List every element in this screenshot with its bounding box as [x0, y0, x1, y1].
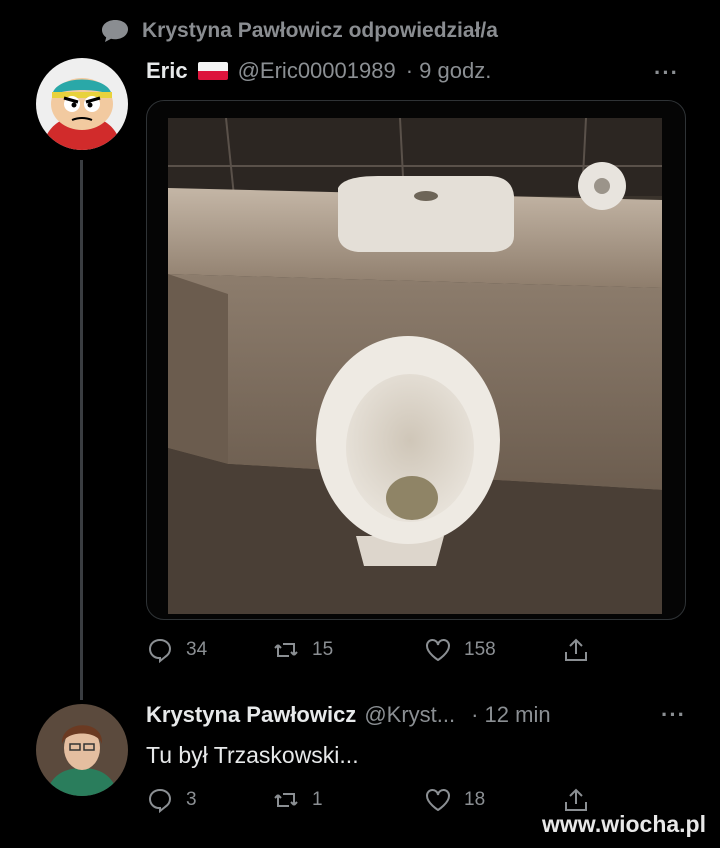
reply-icon	[148, 788, 172, 814]
reply-more-options-button[interactable]: ···	[661, 702, 686, 728]
retweet-icon	[274, 793, 298, 807]
avatar-krystyna[interactable]	[36, 704, 128, 796]
retweet-icon	[274, 643, 298, 657]
thread-line	[80, 160, 83, 700]
reply-time[interactable]: · 12 min	[471, 702, 550, 728]
author-handle[interactable]: @Eric00001989	[238, 58, 396, 84]
reply-context-text: Krystyna Pawłowicz odpowiedział/a	[142, 19, 498, 42]
reply-author-handle[interactable]: @Kryst...	[364, 702, 455, 728]
heart-icon	[426, 789, 450, 812]
tweet-header: Eric @Eric00001989 · 9 godz.	[146, 58, 491, 84]
reply-share-button[interactable]	[562, 786, 590, 814]
reply-count: 34	[186, 639, 208, 660]
tweet-photo[interactable]	[168, 117, 662, 614]
like-button[interactable]: 158	[424, 636, 562, 664]
flag-poland-icon	[197, 62, 228, 80]
share-icon	[565, 638, 587, 661]
reply-retweet-count: 1	[312, 789, 323, 810]
retweet-count: 15	[312, 639, 334, 660]
speech-bubble-icon	[102, 20, 128, 42]
reply-like-count: 18	[464, 789, 486, 810]
like-count: 158	[464, 639, 496, 660]
reply-actions: 3 1 18	[146, 786, 590, 814]
retweet-button[interactable]: 15	[272, 636, 424, 664]
share-icon	[565, 788, 587, 811]
reply-author-name[interactable]: Krystyna Pawłowicz	[146, 702, 356, 728]
watermark: www.wiocha.pl	[542, 811, 706, 837]
reply-button[interactable]: 34	[146, 636, 272, 664]
more-options-button[interactable]: ···	[654, 60, 679, 86]
author-name[interactable]: Eric	[146, 58, 188, 84]
reply-like-button[interactable]: 18	[424, 786, 562, 814]
reply-header: Krystyna Pawłowicz @Kryst... · 12 min ··…	[146, 702, 686, 728]
reply-reply-button[interactable]: 3	[146, 786, 272, 814]
reply-icon	[148, 638, 172, 664]
avatar-eric[interactable]	[36, 58, 128, 150]
reply-context: Krystyna Pawłowicz odpowiedział/a	[100, 18, 498, 44]
tweet-actions: 34 15 158	[146, 636, 590, 664]
share-button[interactable]	[562, 636, 590, 664]
reply-text: Tu był Trzaskowski...	[146, 742, 359, 768]
reply-reply-count: 3	[186, 789, 197, 810]
reply-retweet-button[interactable]: 1	[272, 786, 424, 814]
tweet-time[interactable]: · 9 godz.	[406, 58, 492, 84]
heart-icon	[426, 639, 450, 662]
